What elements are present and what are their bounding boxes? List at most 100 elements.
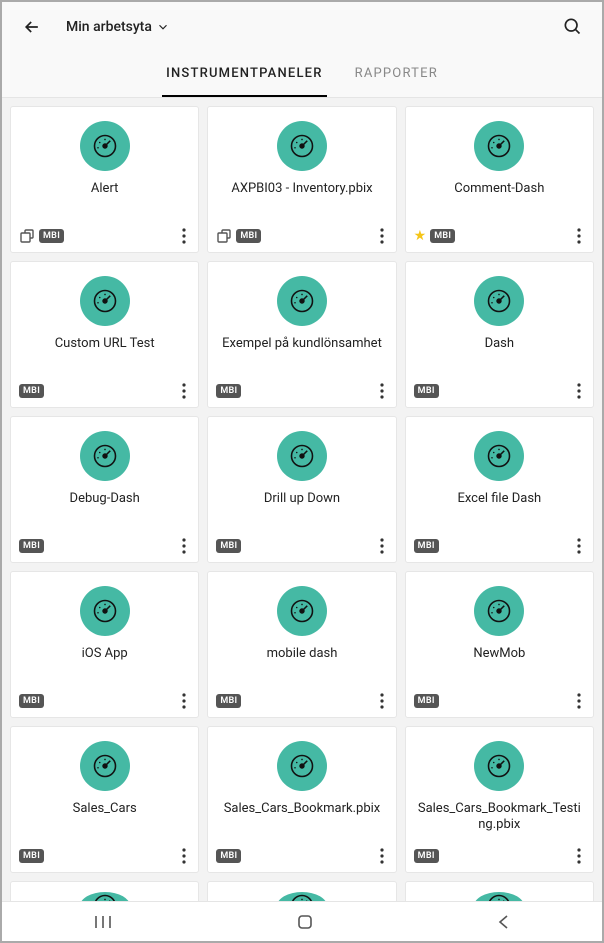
card-title: Excel file Dash [453, 491, 545, 507]
tab-reports[interactable]: RAPPORTER [351, 52, 442, 97]
more-vertical-icon [182, 228, 186, 244]
gauge-icon [288, 597, 316, 625]
card-grid: Alert MBI AXPBI03 - Inventory.pbix MBI C… [10, 106, 594, 921]
card-more-button[interactable] [176, 226, 192, 246]
card-icon-circle [80, 276, 130, 326]
card-title: Drill up Down [260, 491, 344, 507]
card-footer: MBI [414, 691, 587, 711]
more-vertical-icon [577, 848, 581, 864]
card-more-button[interactable] [571, 846, 587, 866]
dashboard-card[interactable]: Sales_Cars_Bookmark_Testing.pbixMBI [405, 726, 594, 873]
dashboard-card[interactable]: Sales_CarsMBI [10, 726, 199, 873]
nav-home-button[interactable] [276, 905, 334, 939]
card-badges: MBI [19, 539, 44, 553]
dashboard-card[interactable]: iOS AppMBI [10, 571, 199, 718]
tab-label: INSTRUMENTPANELER [166, 66, 323, 81]
card-title: Dash [481, 336, 518, 352]
card-footer: MBI [414, 381, 587, 401]
card-more-button[interactable] [176, 846, 192, 866]
workspace-dropdown[interactable]: Min arbetsyta [66, 19, 170, 35]
more-vertical-icon [380, 538, 384, 554]
mbi-badge: MBI [216, 694, 241, 708]
card-more-button[interactable] [374, 846, 390, 866]
card-more-button[interactable] [374, 536, 390, 556]
dashboard-card[interactable]: Exempel på kundlönsamhet MBI [207, 261, 396, 408]
more-vertical-icon [182, 383, 186, 399]
gauge-icon [91, 287, 119, 315]
card-more-button[interactable] [571, 226, 587, 246]
card-badges: MBI [216, 228, 261, 244]
nav-back-button[interactable] [477, 906, 531, 938]
gauge-icon [288, 752, 316, 780]
search-button[interactable] [558, 12, 586, 43]
share-badge [216, 228, 232, 244]
card-icon-circle [277, 276, 327, 326]
dashboard-card[interactable]: Dash MBI [405, 261, 594, 408]
dashboard-card[interactable]: mobile dashMBI [207, 571, 396, 718]
dashboard-card[interactable]: AXPBI03 - Inventory.pbix MBI [207, 106, 396, 253]
card-more-button[interactable] [571, 691, 587, 711]
mbi-badge: MBI [414, 384, 439, 398]
dashboard-card[interactable]: Excel file Dash MBI [405, 416, 594, 563]
card-more-button[interactable] [571, 536, 587, 556]
more-vertical-icon [182, 693, 186, 709]
mbi-badge: MBI [216, 384, 241, 398]
nav-recents-button[interactable] [73, 906, 133, 938]
card-footer: MBI [19, 846, 192, 866]
dashboard-card[interactable]: Custom URL TestMBI [10, 261, 199, 408]
card-more-button[interactable] [374, 381, 390, 401]
card-title: Exempel på kundlönsamhet [218, 336, 386, 352]
gauge-icon [288, 442, 316, 470]
share-badge [19, 228, 35, 244]
card-footer: MBI [19, 381, 192, 401]
card-badges: MBI [414, 694, 439, 708]
card-icon-circle [80, 741, 130, 791]
dashboard-card[interactable]: Debug-DashMBI [10, 416, 199, 563]
mbi-badge: MBI [19, 694, 44, 708]
card-more-button[interactable] [176, 381, 192, 401]
card-badges: MBI [414, 384, 439, 398]
dashboard-card[interactable]: Alert MBI [10, 106, 199, 253]
card-footer: MBI [216, 691, 389, 711]
card-icon-circle [474, 121, 524, 171]
gauge-icon [485, 442, 513, 470]
android-navbar [2, 901, 602, 941]
more-vertical-icon [577, 383, 581, 399]
mbi-badge: MBI [236, 229, 261, 243]
card-more-button[interactable] [176, 691, 192, 711]
mbi-badge: MBI [414, 849, 439, 863]
search-icon [562, 16, 582, 36]
tab-label: RAPPORTER [355, 66, 438, 81]
card-more-button[interactable] [374, 691, 390, 711]
header: Min arbetsyta [2, 2, 602, 52]
gauge-icon [485, 132, 513, 160]
share-icon [216, 228, 232, 244]
gauge-icon [485, 597, 513, 625]
tabs: INSTRUMENTPANELER RAPPORTER [2, 52, 602, 98]
card-icon-circle [277, 121, 327, 171]
card-more-button[interactable] [374, 226, 390, 246]
back-button[interactable] [18, 13, 46, 41]
gauge-icon [91, 442, 119, 470]
dashboard-card[interactable]: Sales_Cars_Bookmark.pbixMBI [207, 726, 396, 873]
card-badges: MBI [414, 539, 439, 553]
card-icon-circle [80, 586, 130, 636]
dashboard-card[interactable]: Drill up Down MBI [207, 416, 396, 563]
card-title: NewMob [469, 646, 529, 662]
card-footer: MBI [216, 846, 389, 866]
card-badges: MBI [19, 849, 44, 863]
card-more-button[interactable] [571, 381, 587, 401]
gauge-icon [288, 287, 316, 315]
dashboard-card[interactable]: NewMob MBI [405, 571, 594, 718]
gauge-icon [91, 132, 119, 160]
card-more-button[interactable] [176, 536, 192, 556]
gauge-icon [91, 752, 119, 780]
gauge-icon [288, 132, 316, 160]
tab-dashboards[interactable]: INSTRUMENTPANELER [162, 52, 327, 97]
card-badges: MBI [19, 694, 44, 708]
mbi-badge: MBI [216, 849, 241, 863]
card-icon-circle [474, 586, 524, 636]
card-badges: MBI [216, 539, 241, 553]
more-vertical-icon [182, 538, 186, 554]
dashboard-card[interactable]: Comment-Dash★MBI [405, 106, 594, 253]
